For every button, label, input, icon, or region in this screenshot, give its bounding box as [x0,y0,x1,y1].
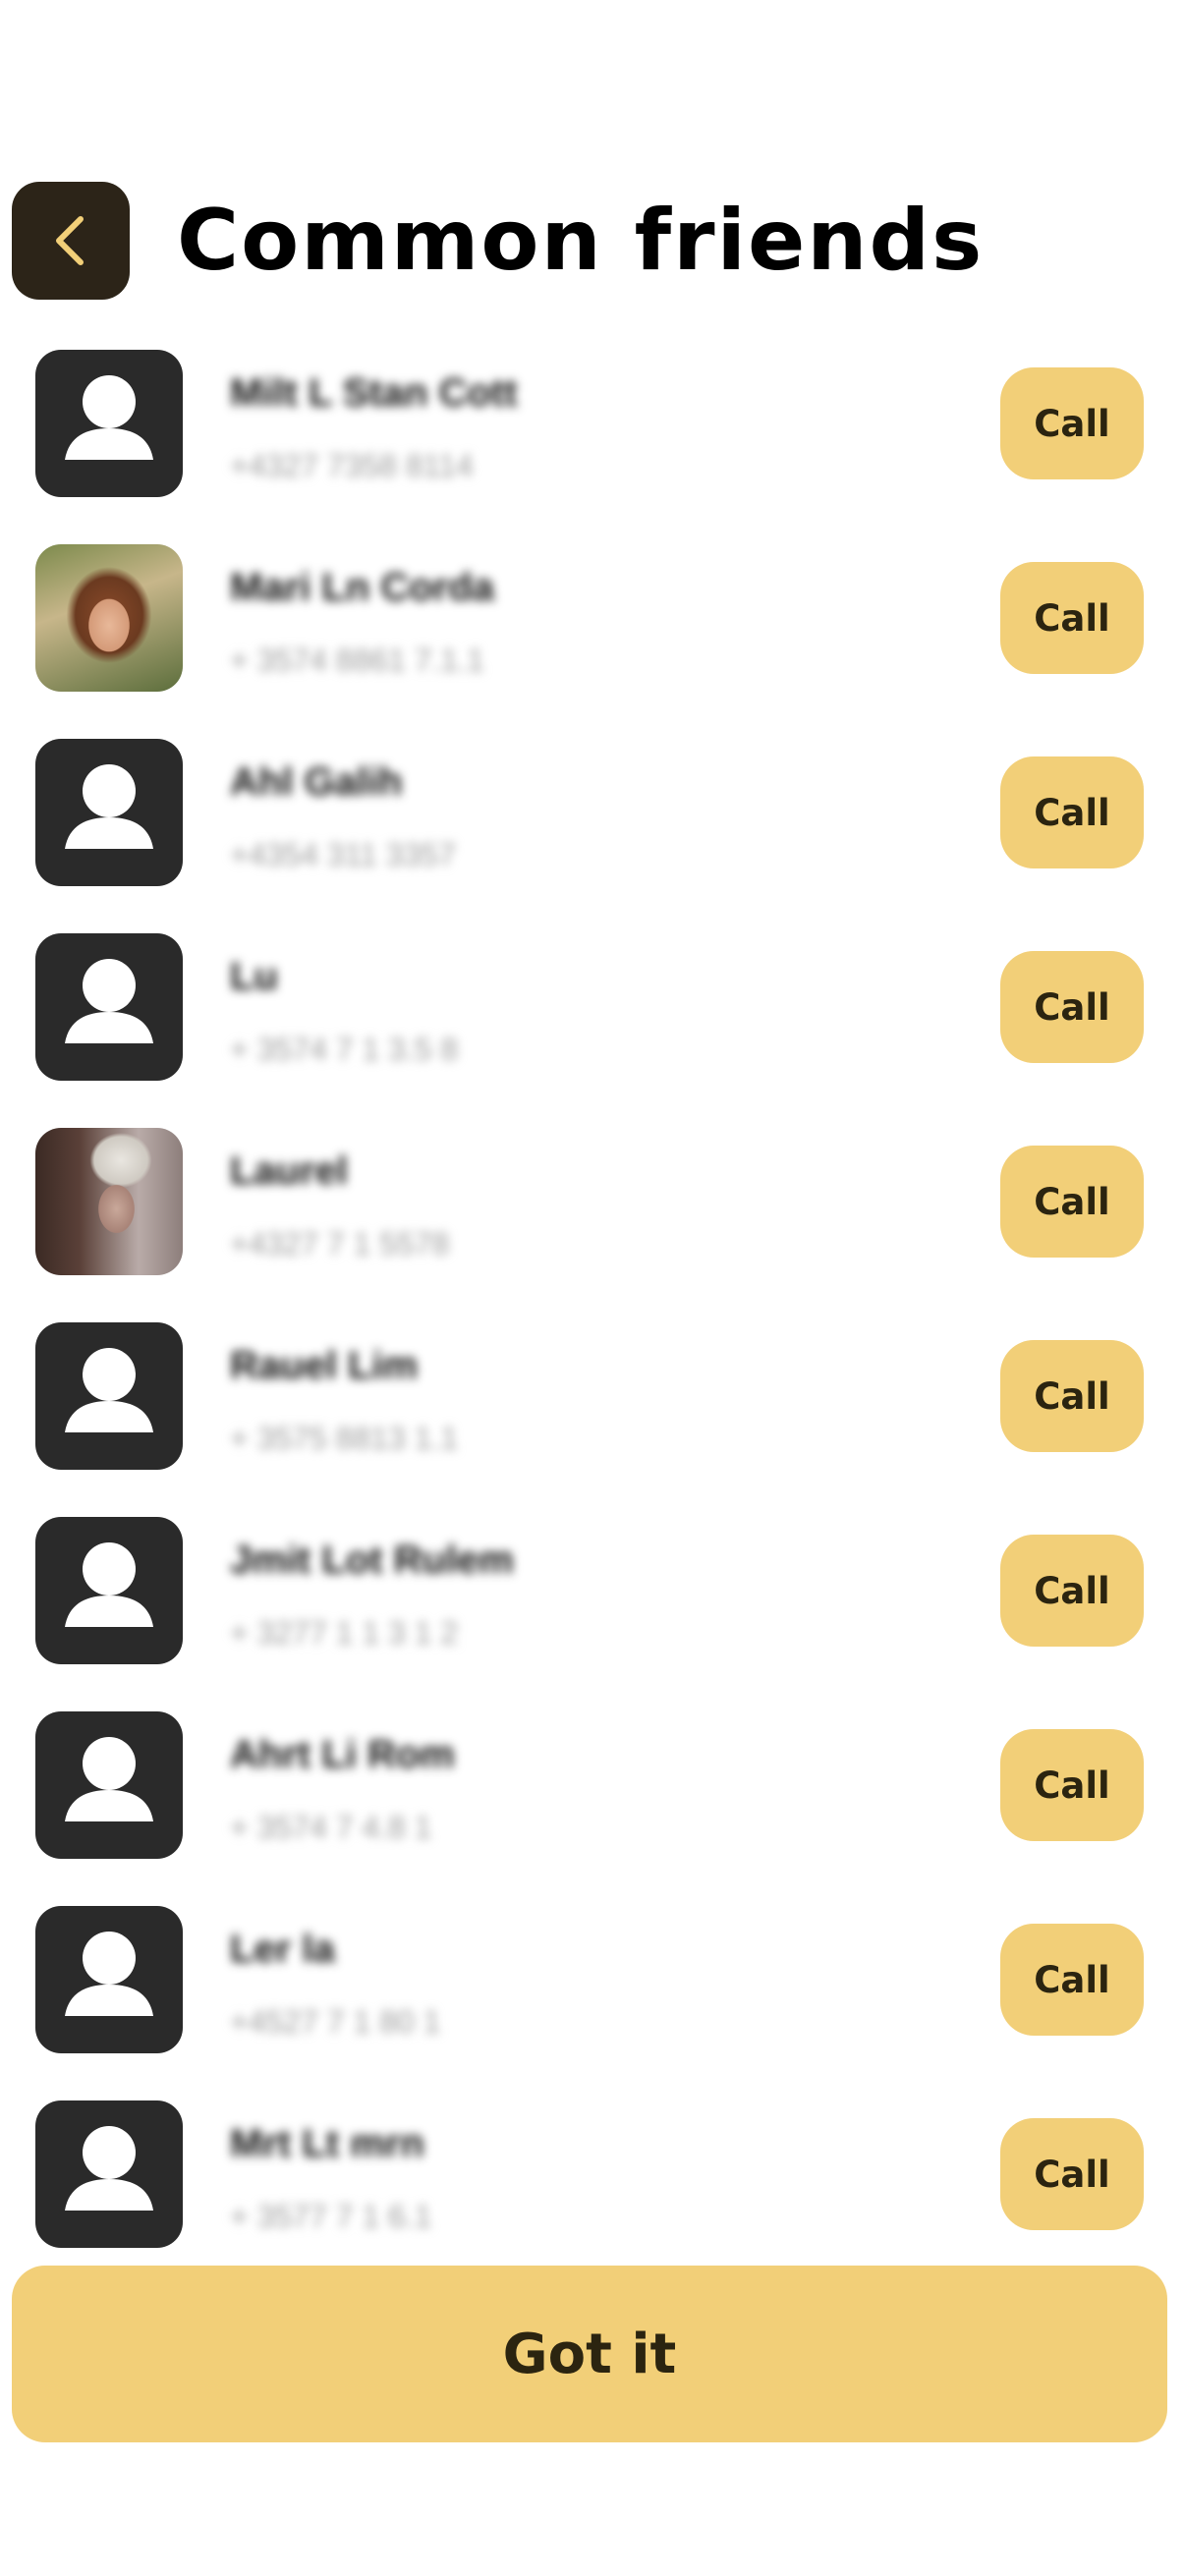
contact-name: Mrt Lt mrn [230,2122,424,2165]
chevron-left-icon [56,216,84,265]
contact-row: Rauel Lim + 3575 8813 1.1 Call [0,1322,1185,1470]
call-button[interactable]: Call [1000,756,1144,868]
contact-row: Milt L Stan Cott +4327 7358 8114 Call [0,350,1185,497]
contact-name: Ahl Galih [230,760,403,804]
got-it-button[interactable]: Got it [12,2266,1167,2442]
contact-phone: + 3577 7 1 6.1 [230,2199,432,2234]
call-button[interactable]: Call [1000,367,1144,479]
call-button[interactable]: Call [1000,1924,1144,2036]
call-button[interactable]: Call [1000,1535,1144,1647]
contact-phone: +4354 311 3357 [230,837,456,872]
call-button[interactable]: Call [1000,1340,1144,1452]
avatar [35,2100,183,2248]
person-placeholder-icon [65,375,153,460]
contact-photo [35,544,183,692]
call-button[interactable]: Call [1000,1729,1144,1841]
contact-name: Jmit Lot Rulem [230,1539,514,1582]
avatar [35,739,183,886]
avatar [35,350,183,497]
person-placeholder-icon [65,1542,153,1627]
contact-row: Mrt Lt mrn + 3577 7 1 6.1 Call [0,2100,1185,2248]
contact-phone: + 3575 8813 1.1 [230,1421,459,1456]
contact-phone: +4327 7 1 5578 [230,1226,450,1261]
person-placeholder-icon [65,2126,153,2211]
contact-row: Laurel +4327 7 1 5578 Call [0,1128,1185,1275]
call-button[interactable]: Call [1000,562,1144,674]
contact-name: Mari Ln Corda [230,566,494,609]
avatar [35,1322,183,1470]
avatar [35,933,183,1081]
person-placeholder-icon [65,959,153,1043]
call-button[interactable]: Call [1000,2118,1144,2230]
call-button[interactable]: Call [1000,1146,1144,1258]
contact-photo [35,1128,183,1275]
person-placeholder-icon [65,1348,153,1432]
contact-phone: + 3574 7 4.8 1 [230,1810,432,1845]
contact-phone: + 3574 8861 7.1.1 [230,643,484,678]
avatar [35,1711,183,1859]
contact-row: Ahl Galih +4354 311 3357 Call [0,739,1185,886]
contact-phone: +4327 7358 8114 [230,448,474,483]
person-placeholder-icon [65,1932,153,2016]
contact-row: Lu + 3574 7 1 3.5 8 Call [0,933,1185,1081]
person-placeholder-icon [65,764,153,849]
page-title: Common friends [177,192,985,290]
contact-phone: +4527 7 1 80 1 [230,2004,441,2040]
back-button[interactable] [12,182,130,300]
avatar [35,1517,183,1664]
contact-row: Jmit Lot Rulem + 3277 1 1 3 1 2 Call [0,1517,1185,1664]
header: Common friends [12,182,1173,300]
contact-name: Milt L Stan Cott [230,371,518,415]
contact-name: Rauel Lim [230,1344,419,1387]
contact-phone: + 3277 1 1 3 1 2 [230,1615,459,1651]
contact-name: Lu [230,955,278,998]
contact-name: Ler la [230,1928,335,1971]
contact-name: Laurel [230,1149,349,1193]
contact-phone: + 3574 7 1 3.5 8 [230,1032,459,1067]
contact-name: Ahrt Li Rom [230,1733,455,1776]
contact-row: Mari Ln Corda + 3574 8861 7.1.1 Call [0,544,1185,692]
avatar [35,1906,183,2053]
contact-row: Ler la +4527 7 1 80 1 Call [0,1906,1185,2053]
person-placeholder-icon [65,1737,153,1821]
call-button[interactable]: Call [1000,951,1144,1063]
contact-row: Ahrt Li Rom + 3574 7 4.8 1 Call [0,1711,1185,1859]
